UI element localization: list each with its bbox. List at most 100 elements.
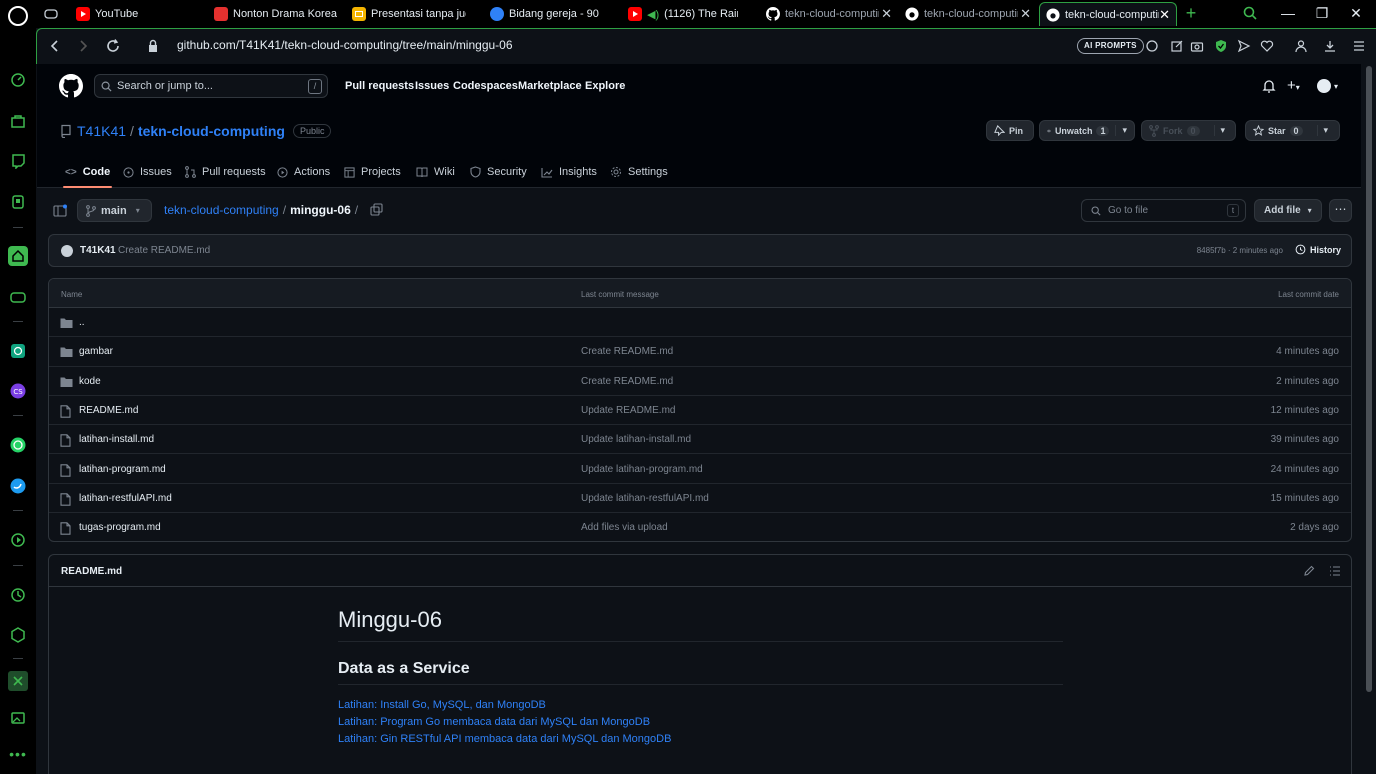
search-tabs-icon[interactable]: [1240, 4, 1260, 22]
close-icon[interactable]: ✕: [1020, 6, 1031, 22]
file-name-link[interactable]: kode: [79, 376, 101, 387]
repo-owner-link[interactable]: T41K41: [77, 123, 126, 139]
shopping-bag-icon[interactable]: [8, 111, 28, 131]
file-name-link[interactable]: ..: [79, 317, 85, 328]
readme-link-program[interactable]: Latihan: Program Go membaca data dari My…: [338, 714, 1063, 731]
speed-dial-icon[interactable]: [8, 70, 28, 90]
repo-name-link[interactable]: tekn-cloud-computing: [138, 123, 285, 139]
avatar[interactable]: [61, 245, 73, 257]
nav-codespaces[interactable]: Codespaces: [453, 80, 518, 92]
commit-message-link[interactable]: Create README.md: [581, 346, 673, 357]
close-icon[interactable]: ✕: [881, 6, 892, 22]
shield-icon[interactable]: [1214, 39, 1228, 53]
commit-message-link[interactable]: Update latihan-install.md: [581, 434, 691, 445]
cube-icon[interactable]: [8, 625, 28, 645]
branch-selector[interactable]: main ▾: [77, 199, 152, 222]
unwatch-button[interactable]: Unwatch 1 ▾: [1039, 120, 1135, 141]
file-name-link[interactable]: README.md: [79, 405, 138, 416]
gamepad-icon[interactable]: [8, 287, 28, 307]
tab-7-active[interactable]: tekn-cloud-computing ✕: [1039, 2, 1177, 26]
gamepad-tab[interactable]: [38, 2, 62, 26]
url-field[interactable]: github.com/T41K41/tekn-cloud-computing/t…: [177, 38, 513, 52]
tab-wiki[interactable]: Wiki: [416, 164, 455, 180]
create-new-plus-icon[interactable]: +▾: [1287, 77, 1300, 94]
table-row[interactable]: latihan-restfulAPI.md Update latihan-rest…: [49, 484, 1351, 514]
back-icon[interactable]: [47, 38, 63, 54]
table-of-contents-icon[interactable]: [1329, 565, 1341, 577]
tools-icon[interactable]: [8, 671, 28, 691]
table-row[interactable]: ..: [49, 308, 1351, 338]
breadcrumb-repo-link[interactable]: tekn-cloud-computing: [164, 203, 279, 217]
commit-message-link[interactable]: Add files via upload: [581, 522, 668, 533]
player-icon[interactable]: [8, 530, 28, 550]
commit-author[interactable]: T41K41: [80, 245, 116, 256]
easy-setup-menu-icon[interactable]: [1352, 39, 1366, 53]
user-avatar-menu[interactable]: ▾: [1317, 79, 1338, 93]
tab-4[interactable]: ◀) (1126) The Rain: [622, 2, 757, 26]
commit-message-link[interactable]: Create README.md: [581, 376, 673, 387]
table-row[interactable]: kode Create README.md 2 minutes ago: [49, 367, 1351, 396]
commit-message-link[interactable]: Update README.md: [581, 405, 675, 416]
chatsonic-icon[interactable]: CS: [8, 381, 28, 401]
tab-1[interactable]: Nonton Drama Korea: [208, 2, 343, 26]
tab-code[interactable]: <> Code: [65, 164, 110, 180]
minimize-icon[interactable]: —: [1278, 4, 1298, 22]
commit-message[interactable]: Create README.md: [118, 245, 210, 256]
tab-2[interactable]: Presentasi tanpa judul: [346, 2, 481, 26]
more-icon[interactable]: •••: [8, 744, 28, 764]
tab-5[interactable]: tekn-cloud-computing ✕: [760, 2, 898, 26]
nav-issues[interactable]: Issues: [415, 80, 449, 92]
fork-button[interactable]: Fork 0 ▾: [1141, 120, 1236, 141]
table-row[interactable]: latihan-install.md Update latihan-install…: [49, 425, 1351, 455]
nav-marketplace[interactable]: Marketplace: [518, 80, 582, 92]
commit-message-link[interactable]: Update latihan-restfulAPI.md: [581, 493, 709, 504]
star-button[interactable]: Star 0 ▾: [1245, 120, 1340, 141]
download-icon[interactable]: [1323, 39, 1337, 53]
send-icon[interactable]: [1237, 39, 1251, 53]
readme-filename[interactable]: README.md: [61, 566, 122, 577]
readme-link-install[interactable]: Latihan: Install Go, MySQL, dan MongoDB: [338, 697, 1063, 714]
nav-pull-requests[interactable]: Pull requests: [345, 80, 414, 92]
file-name-link[interactable]: gambar: [79, 346, 113, 357]
notifications-bell-icon[interactable]: [1262, 79, 1276, 93]
file-name-link[interactable]: latihan-install.md: [79, 434, 154, 445]
search-input[interactable]: Search or jump to... /: [94, 74, 328, 98]
more-options-button[interactable]: ⋯: [1329, 199, 1352, 222]
speaker-icon[interactable]: ◀): [647, 8, 659, 21]
scrollbar-thumb[interactable]: [1366, 66, 1372, 692]
twitch-icon[interactable]: [8, 151, 28, 171]
table-row[interactable]: latihan-program.md Update latihan-program…: [49, 455, 1351, 484]
file-name-link[interactable]: latihan-restfulAPI.md: [79, 493, 172, 504]
tab-6[interactable]: tekn-cloud-computing ✕: [899, 2, 1037, 26]
new-tab-icon[interactable]: +: [1181, 4, 1201, 22]
github-logo-icon[interactable]: [59, 74, 83, 98]
tab-security[interactable]: Security: [470, 164, 527, 180]
tab-pull-requests[interactable]: Pull requests: [185, 164, 266, 180]
account-icon[interactable]: [1294, 39, 1308, 53]
home-icon[interactable]: [8, 246, 28, 266]
chat-icon[interactable]: [1145, 39, 1159, 53]
add-file-button[interactable]: Add file ▾: [1254, 199, 1322, 222]
heart-icon[interactable]: [1260, 39, 1274, 53]
forward-icon[interactable]: [75, 38, 91, 54]
table-row[interactable]: tugas-program.md Add files via upload 2 da…: [49, 513, 1351, 541]
tab-insights[interactable]: Insights: [541, 164, 597, 180]
go-to-file-input[interactable]: Go to file t: [1081, 199, 1246, 222]
close-icon[interactable]: ✕: [1159, 7, 1170, 23]
camera-icon[interactable]: [1190, 39, 1204, 53]
tab-3[interactable]: Bidang gereja - 90: [484, 2, 619, 26]
lock-icon[interactable]: [147, 39, 159, 55]
tab-settings[interactable]: Settings: [610, 164, 668, 180]
readme-link-restful-api[interactable]: Latihan: Gin RESTful API membaca data da…: [338, 731, 1063, 748]
commit-message-link[interactable]: Update latihan-program.md: [581, 464, 703, 475]
side-panel-icon[interactable]: [53, 204, 67, 218]
close-window-icon[interactable]: ✕: [1346, 4, 1366, 22]
twitter-icon[interactable]: [8, 476, 28, 496]
chatgpt-icon[interactable]: [8, 341, 28, 361]
ai-prompts-button[interactable]: AI PROMPTS: [1077, 38, 1144, 54]
tab-issues[interactable]: Issues: [123, 164, 172, 180]
file-name-link[interactable]: latihan-program.md: [79, 464, 166, 475]
game-controller-icon[interactable]: [8, 192, 28, 212]
tab-projects[interactable]: Projects: [344, 164, 401, 180]
table-row[interactable]: README.md Update README.md 12 minutes ago: [49, 396, 1351, 426]
